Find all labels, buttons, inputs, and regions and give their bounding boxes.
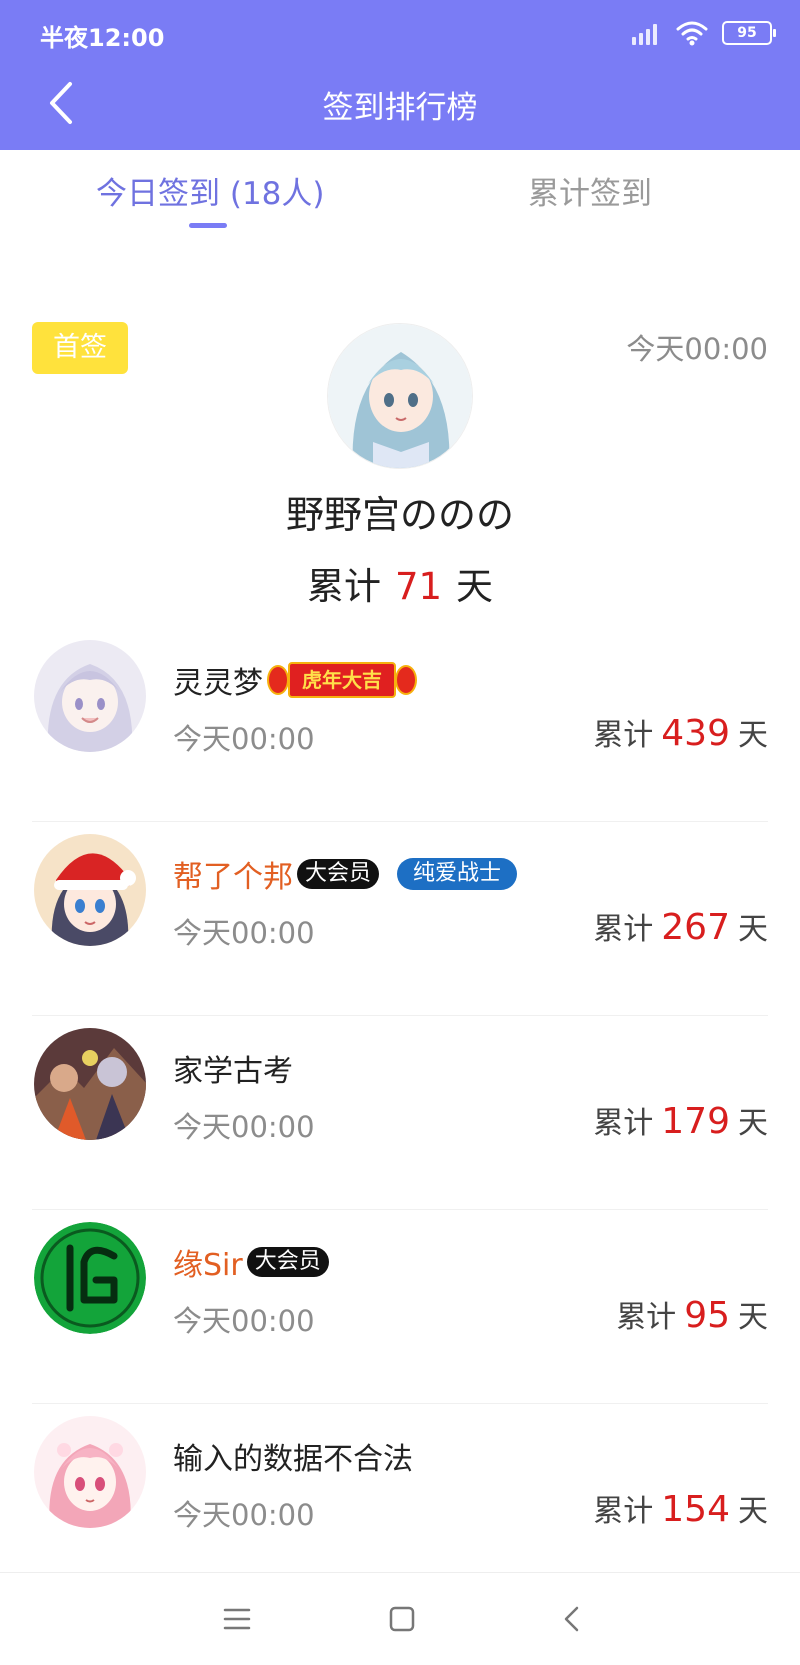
tab-today-signin[interactable]: 今日签到 (18人) <box>96 168 325 213</box>
new-year-badge-label: 虎年大吉 <box>288 662 396 698</box>
total-suffix: 天 <box>456 565 494 608</box>
total-days-label: 累计 154 天 <box>593 1486 768 1530</box>
rank-list: 灵灵梦 虎年大吉 今天00:00 累计 439 天 帮了个邦 大会员 纯爱战士 … <box>0 628 800 1598</box>
total-days-label: 累计 95 天 <box>616 1292 768 1336</box>
tab-bar: 今日签到 (18人) 累计签到 <box>0 150 800 240</box>
avatar[interactable] <box>34 1028 146 1140</box>
total-suffix: 天 <box>738 718 768 753</box>
sign-time: 今天00:00 <box>173 1304 315 1338</box>
total-days-label: 累计 179 天 <box>593 1098 768 1142</box>
status-bar: 半夜12:00 95 <box>0 0 800 64</box>
status-time: 半夜12:00 <box>40 24 165 52</box>
user-name[interactable]: 缘Sir <box>173 1240 243 1284</box>
total-suffix: 天 <box>738 1106 768 1141</box>
total-days: 71 <box>394 565 443 608</box>
app-header: 半夜12:00 95 签到排行榜 <box>0 0 800 150</box>
lantern-icon <box>395 665 417 695</box>
top-user-total: 累计 71 天 <box>0 556 800 610</box>
total-prefix: 累计 <box>593 1494 654 1529</box>
list-item[interactable]: 输入的数据不合法 今天00:00 累计 154 天 <box>0 1404 800 1598</box>
battery-icon: 95 <box>722 21 776 45</box>
page-title: 签到排行榜 <box>322 90 478 126</box>
vip-tag: 大会员 <box>297 859 380 889</box>
total-prefix: 累计 <box>306 565 381 608</box>
name-line: 缘Sir 大会员 <box>173 1240 329 1284</box>
system-nav-bar <box>0 1572 800 1665</box>
avatar[interactable] <box>34 1222 146 1334</box>
user-name[interactable]: 输入的数据不合法 <box>173 1434 413 1478</box>
avatar[interactable] <box>34 640 146 752</box>
total-prefix: 累计 <box>616 1300 677 1335</box>
sign-time: 今天00:00 <box>173 722 315 756</box>
sign-time: 今天00:00 <box>173 916 315 950</box>
total-days: 267 <box>661 907 730 948</box>
name-line: 家学古考 <box>173 1046 293 1090</box>
total-suffix: 天 <box>738 912 768 947</box>
title-tag: 纯爱战士 <box>397 858 518 890</box>
avatar[interactable] <box>34 834 146 946</box>
tab-cumulative-signin[interactable]: 累计签到 <box>528 168 652 213</box>
wifi-icon <box>676 21 708 46</box>
total-days-label: 累计 439 天 <box>593 710 768 754</box>
tab-active-indicator <box>189 223 227 228</box>
vip-tag: 大会员 <box>246 1247 329 1277</box>
top-signin-time: 今天00:00 <box>626 332 768 366</box>
name-line: 灵灵梦 虎年大吉 <box>173 658 417 702</box>
signal-icon <box>632 21 662 45</box>
user-name[interactable]: 家学古考 <box>173 1046 293 1090</box>
list-item[interactable]: 缘Sir 大会员 今天00:00 累计 95 天 <box>0 1210 800 1404</box>
total-days: 439 <box>661 713 730 754</box>
total-prefix: 累计 <box>593 912 654 947</box>
sign-time: 今天00:00 <box>173 1110 315 1144</box>
top-user-avatar[interactable] <box>327 323 473 469</box>
user-name[interactable]: 帮了个邦 <box>173 852 293 896</box>
new-year-badge: 虎年大吉 <box>267 657 417 703</box>
top-user-name[interactable]: 野野宫ののの <box>0 484 800 539</box>
home-square-icon[interactable] <box>380 1597 424 1641</box>
total-prefix: 累计 <box>593 718 654 753</box>
total-days-label: 累计 267 天 <box>593 904 768 948</box>
sign-time: 今天00:00 <box>173 1498 315 1532</box>
total-prefix: 累计 <box>593 1106 654 1141</box>
status-icons: 95 <box>632 18 776 48</box>
list-item[interactable]: 家学古考 今天00:00 累计 179 天 <box>0 1016 800 1210</box>
total-suffix: 天 <box>738 1300 768 1335</box>
list-item[interactable]: 帮了个邦 大会员 纯爱战士 今天00:00 累计 267 天 <box>0 822 800 1016</box>
list-item[interactable]: 灵灵梦 虎年大吉 今天00:00 累计 439 天 <box>0 628 800 822</box>
total-suffix: 天 <box>738 1494 768 1529</box>
first-signin-badge: 首签 <box>32 322 128 374</box>
avatar[interactable] <box>34 1416 146 1528</box>
total-days: 154 <box>661 1489 730 1530</box>
menu-icon[interactable] <box>215 1597 259 1641</box>
name-line: 输入的数据不合法 <box>173 1434 413 1478</box>
user-name[interactable]: 灵灵梦 <box>173 658 263 702</box>
total-days: 179 <box>661 1101 730 1142</box>
total-days: 95 <box>684 1295 730 1336</box>
lantern-icon <box>267 665 289 695</box>
back-chevron-icon[interactable] <box>550 1597 594 1641</box>
name-line: 帮了个邦 大会员 纯爱战士 <box>173 852 518 896</box>
